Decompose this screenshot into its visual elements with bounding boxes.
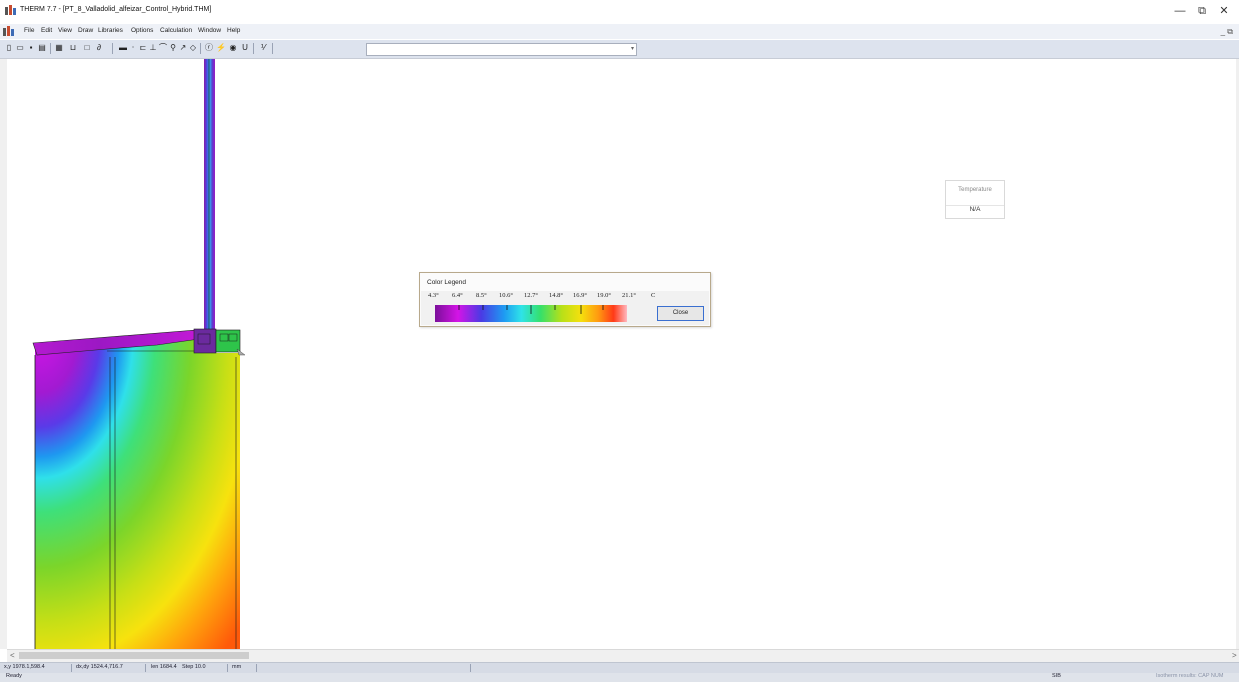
- locate-icon[interactable]: ↗: [178, 42, 188, 54]
- print-icon[interactable]: ▤: [37, 42, 47, 54]
- menu-options[interactable]: Options: [131, 27, 153, 34]
- rectangle-icon[interactable]: □: [82, 42, 92, 54]
- toolbar-separator: [272, 43, 273, 54]
- status-result: Isotherm results: CAP NUM: [1156, 673, 1224, 679]
- toolbar-separator: [112, 43, 113, 54]
- toolbar-separator: [50, 43, 51, 54]
- chevron-down-icon[interactable]: ▾: [631, 45, 634, 52]
- legend-tick-label: 10.6°: [499, 292, 513, 299]
- polygon-icon[interactable]: ⊔: [68, 42, 78, 54]
- color-legend-dialog[interactable]: Color Legend 4.3° 6.4° 8.5° 10.6° 12.7° …: [419, 272, 711, 327]
- legend-tick-label: 14.8°: [549, 292, 563, 299]
- menu-calculation[interactable]: Calculation: [160, 27, 192, 34]
- open-file-icon[interactable]: ▭: [15, 42, 25, 54]
- menu-libraries[interactable]: Libraries: [98, 27, 123, 34]
- close-window-button[interactable]: ✕: [1214, 4, 1234, 18]
- status-xy: x,y 1978.1,598.4: [4, 664, 45, 670]
- point-tool-icon[interactable]: ⊏: [138, 42, 148, 54]
- scroll-left-icon[interactable]: <: [10, 650, 15, 661]
- scroll-right-icon[interactable]: >: [1232, 650, 1237, 661]
- temperature-title: Temperature: [958, 187, 992, 193]
- legend-tick-label: 6.4°: [452, 292, 463, 299]
- window-title: THERM 7.7 - [PT_8_Valladolid_alfeizar_Co…: [20, 6, 212, 13]
- ratio-icon[interactable]: ⅟: [258, 42, 268, 54]
- legend-unit: C: [651, 292, 656, 299]
- calculate-icon[interactable]: ⚡: [216, 42, 226, 54]
- legend-tick-label: 12.7°: [524, 292, 538, 299]
- status-step: Step 10.0: [182, 664, 206, 670]
- legend-body: 4.3° 6.4° 8.5° 10.6° 12.7° 14.8° 16.9° 1…: [421, 291, 709, 325]
- status-len: len 1684.4: [151, 664, 177, 670]
- coordinate-status-bar: x,y 1978.1,598.4 dx,dy 1524.4,716.7 len …: [0, 662, 1239, 673]
- horizontal-scrollbar[interactable]: < >: [7, 649, 1239, 662]
- window-frame: [193, 328, 217, 354]
- drawing-canvas[interactable]: [7, 59, 1237, 649]
- menu-help[interactable]: Help: [227, 27, 240, 34]
- status-ready: Ready: [6, 673, 22, 679]
- toolbar-separator: [253, 43, 254, 54]
- menu-window[interactable]: Window: [198, 27, 221, 34]
- legend-tick-label: 8.5°: [476, 292, 487, 299]
- status-unit: mm: [232, 664, 242, 670]
- glazing-unit: [204, 59, 215, 331]
- title-bar: THERM 7.7 - [PT_8_Valladolid_alfeizar_Co…: [0, 0, 1239, 22]
- menu-view[interactable]: View: [58, 27, 72, 34]
- table-icon[interactable]: ▦: [54, 42, 64, 54]
- status-divider: [256, 664, 257, 672]
- mdi-window-controls[interactable]: _ ⧉: [1221, 27, 1233, 37]
- minimize-button[interactable]: —: [1170, 4, 1190, 18]
- legend-color-bar: [435, 305, 627, 322]
- status-mode: SIB: [1052, 673, 1061, 679]
- results-icon[interactable]: ⓡ: [204, 42, 214, 54]
- therm-app-icon[interactable]: [5, 5, 16, 15]
- save-icon[interactable]: ▪: [26, 42, 36, 54]
- toolbar-combobox[interactable]: ▾: [366, 43, 637, 56]
- draw-tool-icon[interactable]: ∂: [94, 42, 104, 54]
- zoom-icon[interactable]: ⚲: [168, 42, 178, 54]
- legend-tick-label: 4.3°: [428, 292, 439, 299]
- legend-tick-label: 19.0°: [597, 292, 611, 299]
- document-icon[interactable]: [3, 26, 14, 36]
- temperature-value: N/A: [946, 205, 1004, 213]
- boundary-icon[interactable]: ◇: [188, 42, 198, 54]
- scrollbar-thumb[interactable]: [19, 652, 249, 659]
- legend-tick-label: 21.1°: [622, 292, 636, 299]
- temperature-readout: Temperature N/A: [945, 180, 1005, 219]
- toolbar-separator: [200, 43, 201, 54]
- wall-section: [35, 333, 240, 649]
- status-divider: [145, 664, 146, 672]
- restore-button[interactable]: ⧉: [1192, 4, 1212, 18]
- insert-point-icon[interactable]: ⋅: [128, 42, 138, 54]
- offset-icon[interactable]: ⊥: [148, 42, 158, 54]
- legend-close-button[interactable]: Close: [657, 306, 704, 321]
- view-results-icon[interactable]: ◉: [228, 42, 238, 54]
- app-status-bar: Ready SIB Isotherm results: CAP NUM: [0, 673, 1239, 682]
- arc-icon[interactable]: ⌒: [158, 42, 168, 54]
- menu-file[interactable]: File: [24, 27, 34, 34]
- status-divider: [71, 664, 72, 672]
- fill-icon[interactable]: ▬: [118, 42, 128, 54]
- menu-edit[interactable]: Edit: [41, 27, 52, 34]
- status-divider: [470, 664, 471, 672]
- legend-title: Color Legend: [427, 279, 467, 286]
- new-file-icon[interactable]: ▯: [4, 42, 14, 54]
- status-divider: [227, 664, 228, 672]
- legend-tick-label: 16.9°: [573, 292, 587, 299]
- u-factor-icon[interactable]: U: [240, 42, 250, 54]
- status-dxdy: dx,dy 1524.4,716.7: [76, 664, 123, 670]
- menu-draw[interactable]: Draw: [78, 27, 93, 34]
- isotherm-drawing[interactable]: [7, 59, 1237, 649]
